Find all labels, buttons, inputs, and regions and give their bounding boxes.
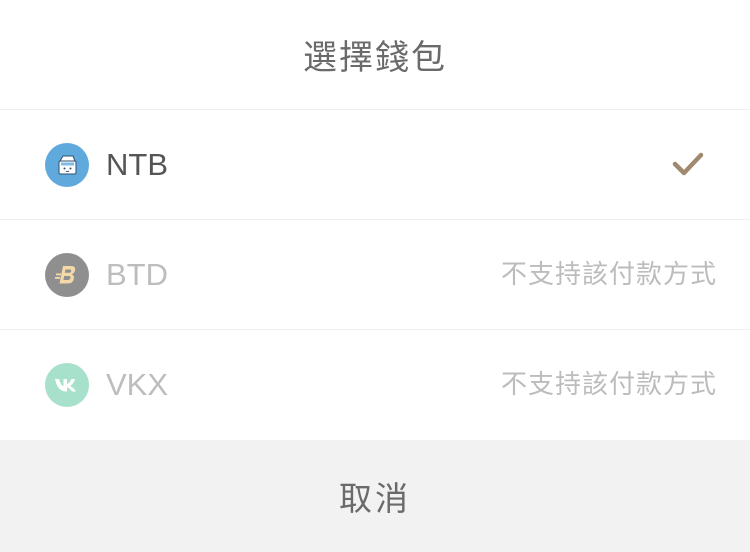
- unsupported-note: 不支持該付款方式: [500, 370, 717, 400]
- wallet-option-ntb[interactable]: NTB: [0, 110, 750, 220]
- milk-carton-icon: [45, 143, 89, 187]
- wallet-name: VKX: [106, 367, 169, 402]
- cancel-button[interactable]: 取消: [0, 440, 750, 552]
- wallet-option-btd[interactable]: BTD 不支持該付款方式: [0, 220, 750, 330]
- wallet-option-vkx[interactable]: VKX 不支持該付款方式: [0, 330, 750, 440]
- vk-logo-icon: [45, 363, 89, 407]
- cancel-label: 取消: [339, 479, 411, 518]
- btd-coin-icon: [45, 253, 89, 297]
- wallet-name: BTD: [106, 257, 168, 292]
- checkmark-icon: [672, 150, 704, 178]
- sheet-header: 選擇錢包: [0, 0, 750, 110]
- sheet-title: 選擇錢包: [303, 38, 447, 78]
- wallet-picker-sheet: 選擇錢包 NTB BTD 不支持該付款方式 VKX 不支持該付款方式 取消: [0, 0, 750, 552]
- unsupported-note: 不支持該付款方式: [500, 260, 717, 290]
- wallet-name: NTB: [106, 147, 168, 182]
